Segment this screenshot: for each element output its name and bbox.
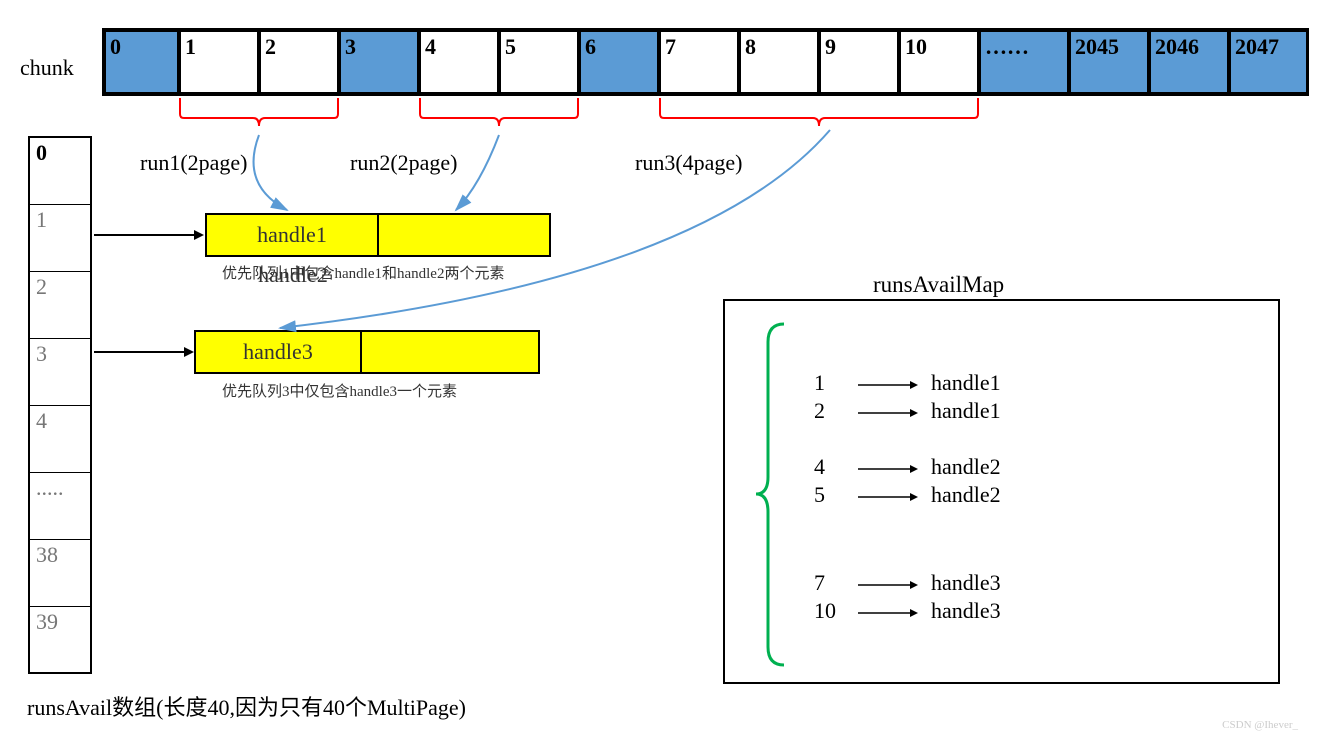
brace-run3 [658,96,980,136]
runsavailmap-label: runsAvailMap [873,272,1004,298]
chunk-cell-ellipsis: …… [979,30,1069,94]
brace-run2 [418,96,580,136]
map-row-1: 1 handle1 [814,370,1174,396]
chunk-cell-9: 9 [819,30,899,94]
chunk-cell-1: 1 [179,30,259,94]
queue2-caption: 优先队列3中仅包含handle3一个元素 [222,380,457,401]
arr-cell-2: 2 [30,272,90,339]
chunk-cell-6: 6 [579,30,659,94]
chunk-cell-2: 2 [259,30,339,94]
run3-label: run3(4page) [635,150,743,176]
arr-cell-4: 4 [30,406,90,473]
map-row-5: 7 handle3 [814,570,1174,596]
watermark: CSDN @Ihever_ [1222,719,1298,731]
map-row-4: 5 handle2 [814,482,1174,508]
chunk-cell-0: 0 [104,30,179,94]
arr-cell-dots: ..... [30,473,90,540]
arr-cell-3: 3 [30,339,90,406]
arr-cell-1: 1 [30,205,90,272]
chunk-cell-3: 3 [339,30,419,94]
arrow-arr3-to-q2 [94,342,194,362]
arrow-arr1-to-q1 [94,225,204,245]
queue1-caption: 优先队列1中包含handle1和handle2两个元素 [222,262,504,283]
run1-label: run1(2page) [140,150,248,176]
chunk-cell-4: 4 [419,30,499,94]
chunk-cell-10: 10 [899,30,979,94]
queue2-handle3: handle3 [196,332,362,372]
arr-cell-0: 0 [30,138,90,205]
queue-1-box: handle1 handle2 [205,213,551,257]
chunk-cell-5: 5 [499,30,579,94]
chunk-cell-8: 8 [739,30,819,94]
green-brace [754,322,794,667]
map-row-2: 2 handle1 [814,398,1174,424]
chunk-label: chunk [20,55,74,81]
map-row-6: 10 handle3 [814,598,1174,624]
queue-2-box: handle3 [194,330,540,374]
run2-label: run2(2page) [350,150,458,176]
queue1-handle1: handle1 [207,215,379,255]
chunk-cell-2045: 2045 [1069,30,1149,94]
brace-run1 [178,96,340,136]
arr-cell-39: 39 [30,607,90,674]
chunk-cell-2046: 2046 [1149,30,1229,94]
map-row-3: 4 handle2 [814,454,1174,480]
runsavail-bottom-label: runsAvail数组(长度40,因为只有40个MultiPage) [27,690,466,722]
arr-cell-38: 38 [30,540,90,607]
chunk-cell-7: 7 [659,30,739,94]
chunk-cell-2047: 2047 [1229,30,1308,94]
